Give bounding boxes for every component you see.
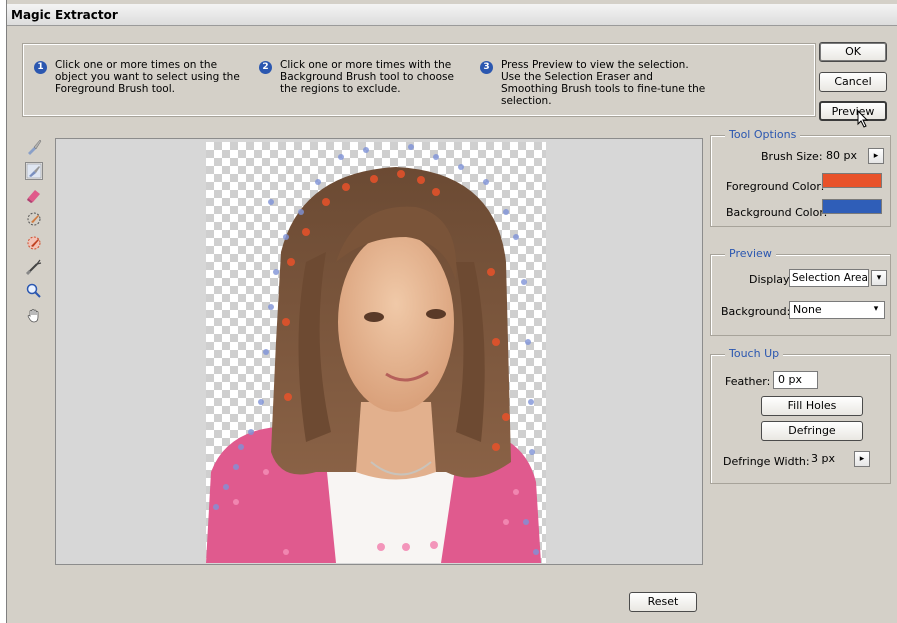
foreground-color-label: Foreground Color: (726, 180, 825, 193)
display-label: Display: (749, 273, 793, 286)
background-brush-icon (26, 163, 42, 179)
window-title: Magic Extractor (7, 4, 897, 26)
brush-size-label: Brush Size: (761, 150, 823, 163)
smoothing-brush-icon (25, 259, 42, 276)
add-to-selection-icon (27, 212, 41, 226)
chevron-right-icon: ▸ (873, 151, 879, 161)
brush-size-slider-button[interactable]: ▸ (868, 148, 884, 164)
background-brush-tool[interactable] (25, 162, 43, 180)
foreground-brush-tool[interactable] (25, 138, 43, 156)
touch-up-title: Touch Up (725, 347, 784, 360)
display-dropdown-button[interactable]: ▾ (871, 270, 887, 286)
girl-photo-image (206, 144, 541, 563)
defringe-width-label: Defringe Width: (723, 455, 810, 468)
cancel-button[interactable]: Cancel (819, 72, 887, 92)
preview-group-title: Preview (725, 247, 776, 260)
preview-group: Preview Display: Selection Area ▾ Backgr… (710, 247, 891, 336)
touch-up-group: Touch Up Feather: 0 px Fill Holes Defrin… (710, 347, 891, 484)
step-number-badge: 2 (259, 61, 272, 74)
zoom-tool[interactable] (25, 282, 43, 300)
background-color-swatch[interactable] (822, 199, 882, 214)
step-number-badge: 1 (34, 61, 47, 74)
step-text: Click one or more times on the object yo… (55, 59, 240, 95)
smoothing-brush-tool[interactable] (25, 258, 43, 276)
image-canvas[interactable] (55, 138, 703, 565)
tool-options-group: Tool Options Brush Size: 80 px ▸ Foregro… (710, 128, 891, 227)
point-eraser-icon (27, 190, 40, 203)
chevron-down-icon: ▾ (873, 304, 879, 314)
instructions-panel: 1 Click one or more times on the object … (22, 43, 816, 117)
point-eraser-tool[interactable] (25, 186, 43, 204)
foreground-brush-icon (28, 139, 42, 155)
remove-from-selection-icon (27, 236, 41, 250)
display-select[interactable]: Selection Area (789, 269, 869, 287)
foreground-color-swatch[interactable] (822, 173, 882, 188)
feather-label: Feather: (725, 375, 771, 388)
preview-button[interactable]: Preview (819, 101, 887, 121)
background-dropdown-button[interactable]: ▾ (868, 302, 884, 318)
step-text: Click one or more times with the Backgro… (280, 59, 454, 95)
chevron-right-icon: ▸ (859, 454, 865, 464)
ok-button[interactable]: OK (819, 42, 887, 62)
step-text: Press Preview to view the selection. Use… (501, 59, 706, 107)
tool-palette (25, 138, 47, 330)
defringe-button[interactable]: Defringe (761, 421, 863, 441)
hand-tool[interactable] (25, 306, 43, 324)
defringe-width-slider-button[interactable]: ▸ (854, 451, 870, 467)
remove-from-selection-tool[interactable] (25, 234, 43, 252)
chevron-down-icon: ▾ (876, 273, 882, 283)
background-color-label: Background Color: (726, 206, 828, 219)
magic-extractor-dialog: Magic Extractor 1 Click one or more time… (6, 0, 897, 623)
background-label: Background: (721, 305, 791, 318)
zoom-icon (26, 283, 41, 298)
feather-input[interactable]: 0 px (773, 371, 818, 389)
tool-options-title: Tool Options (725, 128, 801, 141)
add-to-selection-tool[interactable] (25, 210, 43, 228)
brush-size-value[interactable]: 80 px (822, 148, 862, 166)
mouse-cursor-icon (857, 110, 869, 128)
photo-preview (206, 142, 546, 563)
step-number-badge: 3 (480, 61, 493, 74)
defringe-width-value[interactable]: 3 px (807, 451, 852, 469)
reset-button[interactable]: Reset (629, 592, 697, 612)
hand-icon (27, 309, 39, 323)
fill-holes-button[interactable]: Fill Holes (761, 396, 863, 416)
